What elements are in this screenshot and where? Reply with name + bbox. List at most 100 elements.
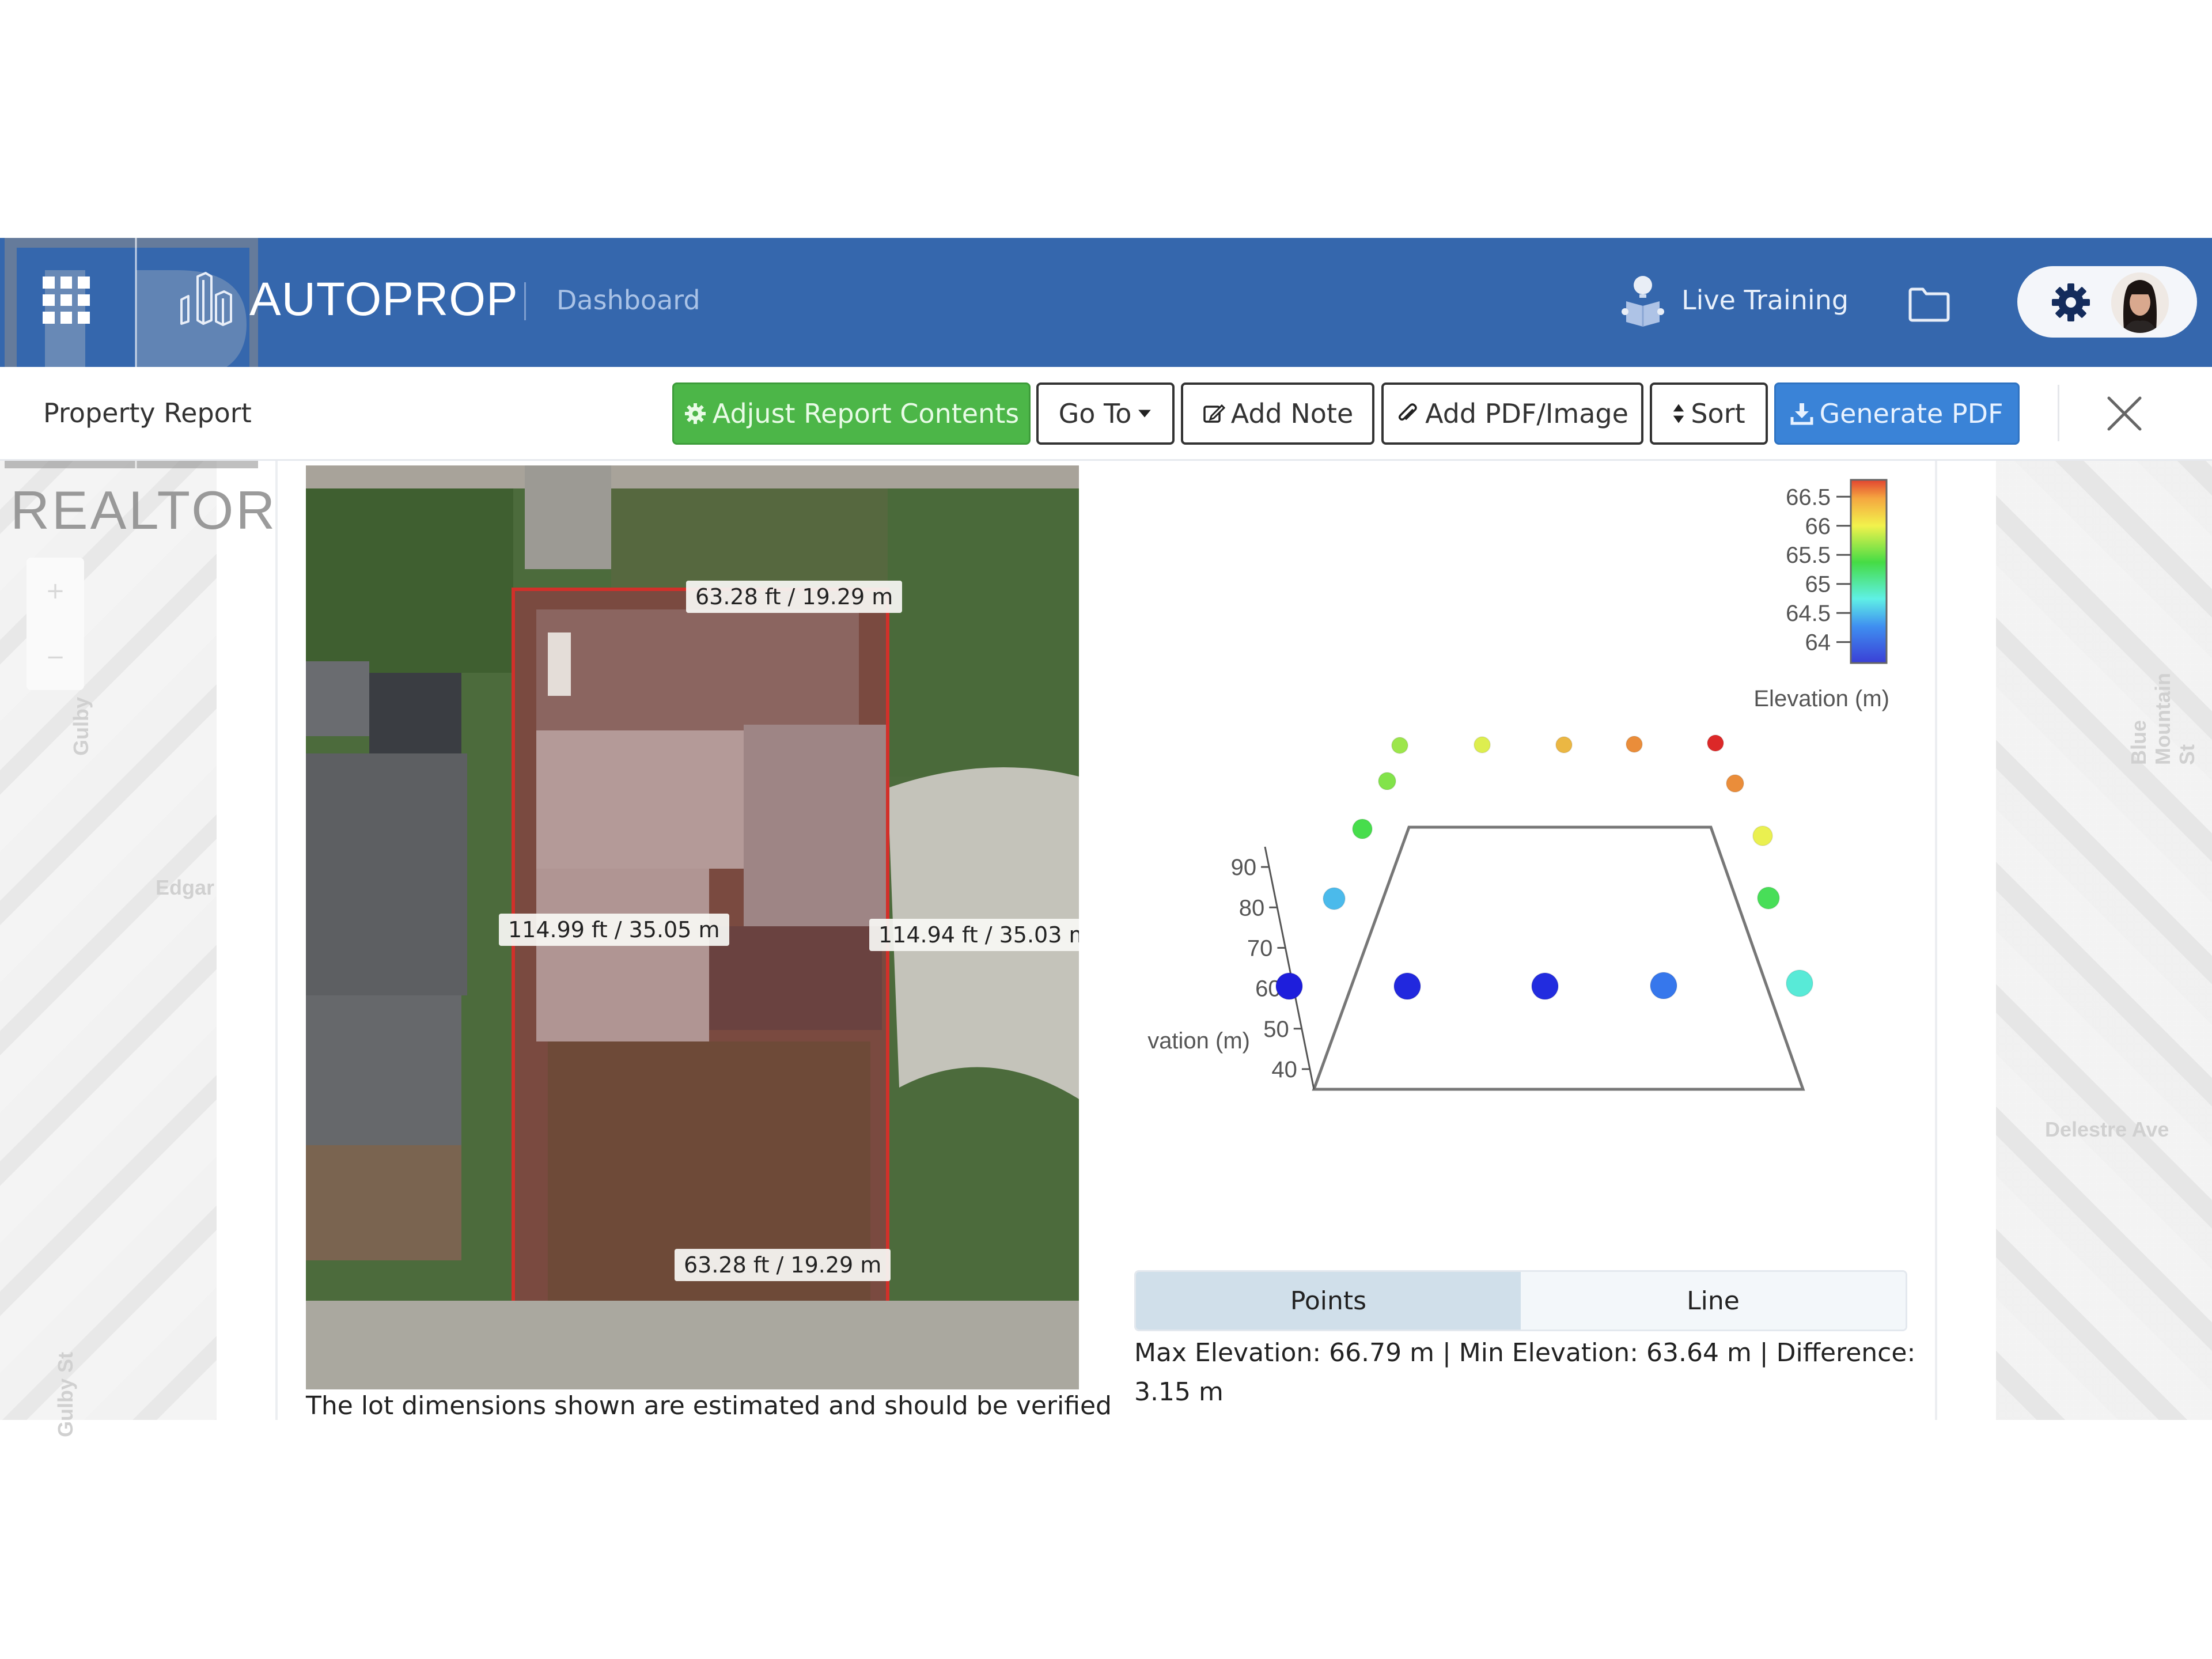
reading-person-icon [1622,276,1664,327]
line-tab[interactable]: Line [1521,1272,1906,1330]
close-report-button[interactable] [2105,395,2143,433]
elevation-point[interactable] [1707,734,1724,752]
elevation-point[interactable] [1555,736,1573,753]
aerial-lot-image[interactable]: 63.28 ft / 19.29 m 114.99 ft / 35.05 m 1… [306,465,1079,1389]
avatar-image [2111,272,2169,333]
lot-right-dimension-label: 114.94 ft / 35.03 m [869,919,1079,951]
street-label: Gulby [69,696,93,756]
elevation-stats-line-2: 3.15 m [1134,1377,1224,1407]
street-label: Blue Mountain St [2127,673,2199,765]
caret-down-icon [1138,410,1152,418]
elevation-point[interactable] [1786,969,1813,997]
elevation-point[interactable] [1650,972,1677,999]
lot-left-dimension-label: 114.99 ft / 35.05 m [499,914,729,946]
generate-pdf-label: Generate PDF [1819,398,2003,429]
add-pdf-image-label: Add PDF/Image [1425,398,1628,429]
colorbar-tick-label: 64 [1805,630,1831,656]
elevation-stats-line-1: Max Elevation: 66.79 m | Min Elevation: … [1134,1338,1916,1368]
elevation-point[interactable] [1275,972,1303,1000]
generate-pdf-button[interactable]: Generate PDF [1774,382,2020,445]
realtor-text: REALTOR [10,480,278,540]
edit-note-icon [1203,404,1225,423]
settings-button[interactable] [2051,282,2091,323]
grid-icon-cell [78,294,90,306]
colorbar-tick-label: 65.5 [1786,543,1831,568]
colorbar-tick-label: 64.5 [1786,601,1831,626]
adjust-report-contents-button[interactable]: Adjust Report Contents [672,382,1031,445]
elevation-point[interactable] [1378,772,1396,790]
map-zoom-in-button[interactable]: + [26,558,84,624]
z-axis-label: vation (m) [1147,1028,1250,1054]
colorbar [1850,479,1888,664]
elevation-point[interactable] [1752,825,1773,846]
gear-icon [2052,283,2090,321]
folder-button[interactable] [1908,287,1950,323]
buildings-icon [180,272,232,326]
z-axis-tick-label: 80 [1239,895,1265,921]
plot-box [1312,825,1805,1091]
elevation-point[interactable] [1726,774,1744,793]
grid-icon-cell [60,294,73,306]
user-menu [2017,266,2197,338]
colorbar-label: Elevation (m) [1753,686,1889,711]
grid-icon-cell [60,312,73,324]
elevation-point[interactable] [1531,972,1559,1000]
add-note-label: Add Note [1230,398,1354,429]
grid-icon-cell [78,276,90,289]
z-axis-tick-label: 50 [1263,1017,1289,1042]
sort-icon [1673,404,1684,423]
user-avatar[interactable] [2111,272,2169,333]
toolbar-divider [2058,385,2059,441]
grid-icon [43,276,55,289]
header-divider [524,282,526,320]
add-pdf-image-button[interactable]: Add PDF/Image [1381,382,1643,445]
realtor-watermark-text: REALTOR® [10,479,294,541]
go-to-label: Go To [1058,398,1132,429]
z-axis-tick-label: 40 [1271,1057,1297,1082]
elevation-3d-chart[interactable]: 64 64.5 65 65.5 66 66.5 Elevation (m) 40 50 60 7… [1129,469,1918,1264]
sort-label: Sort [1691,398,1745,429]
lot-dimensions-disclaimer: The lot dimensions shown are estimated a… [306,1391,1112,1421]
colorbar-tick-label: 66 [1805,514,1831,539]
colorbar-tick-label: 66.5 [1786,484,1831,510]
background-map-right [1996,461,2212,1420]
map-zoom-out-button[interactable]: − [26,624,84,690]
apps-grid-button[interactable] [41,275,91,325]
grid-icon-cell [43,312,55,324]
elevation-point[interactable] [1391,737,1408,754]
elevation-chart-svg: 6464.56565.56666.5 Elevation (m) 4050607… [1147,479,1889,1091]
points-tab[interactable]: Points [1136,1272,1521,1330]
colorbar-tick-label: 65 [1805,572,1831,597]
elevation-point[interactable] [1352,819,1373,839]
map-zoom-control: + − [26,558,84,690]
elevation-point[interactable] [1323,887,1346,910]
sort-button[interactable]: Sort [1650,382,1768,445]
elevation-stats: Max Elevation: 66.79 m | Min Elevation: … [1134,1334,1918,1412]
z-axis [1264,846,1315,1090]
lot-bottom-dimension-label: 63.28 ft / 19.29 m [675,1249,891,1281]
street-label: Delestre Ave [2045,1118,2169,1141]
gear-icon [684,403,706,424]
brand-logo[interactable]: AUTOPROP [176,271,518,328]
street-label: Edgar [156,876,215,899]
folder-icon [1908,287,1950,322]
elevation-point[interactable] [1626,736,1643,753]
download-icon [1790,403,1813,425]
close-icon [2107,396,2142,431]
grid-icon-cell [60,276,73,289]
z-axis-tick-label: 90 [1231,855,1257,880]
dashboard-link[interactable]: Dashboard [556,285,700,316]
live-training-button[interactable]: Live Training [1622,274,1849,327]
lot-top-dimension-label: 63.28 ft / 19.29 m [686,581,903,613]
street-label: Gulby St [54,1351,78,1438]
add-note-button[interactable]: Add Note [1181,382,1374,445]
grid-icon-cell [78,312,90,324]
chart-mode-toggle: Points Line [1134,1270,1907,1331]
brand-name: AUTOPROP [249,273,518,325]
elevation-point[interactable] [1757,887,1780,910]
z-axis-tick-label: 70 [1247,935,1273,961]
elevation-point[interactable] [1393,972,1421,1000]
go-to-dropdown[interactable]: Go To [1036,382,1175,445]
elevation-point[interactable] [1474,736,1491,753]
paperclip-icon [1399,403,1417,421]
